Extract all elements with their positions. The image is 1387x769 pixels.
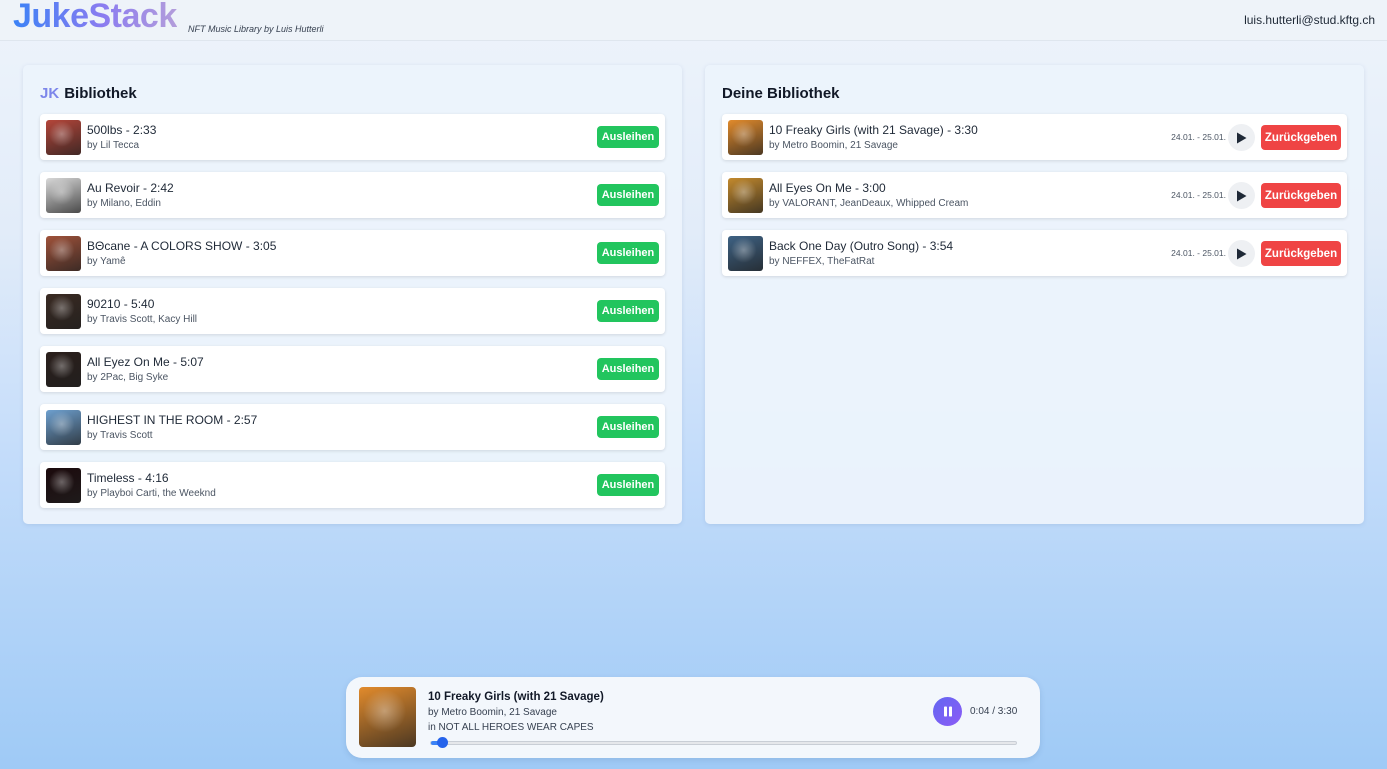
player-track-artist: by Metro Boomin, 21 Savage — [428, 707, 557, 718]
return-button[interactable]: Zurückgeben — [1261, 125, 1341, 150]
track-title: All Eyes On Me - 3:00 — [769, 181, 886, 195]
track-title: BΘcane - A COLORS SHOW - 3:05 — [87, 239, 277, 253]
pause-icon — [943, 706, 952, 717]
album-cover — [728, 120, 763, 155]
track-artist: by Metro Boomin, 21 Savage — [769, 140, 898, 151]
pause-button[interactable] — [933, 697, 962, 726]
track-title: Back One Day (Outro Song) - 3:54 — [769, 239, 954, 253]
user-library-track: All Eyes On Me - 3:00 by VALORANT, JeanD… — [722, 172, 1347, 218]
track-title: HIGHEST IN THE ROOM - 2:57 — [87, 413, 258, 427]
user-library-track-list: 10 Freaky Girls (with 21 Savage) - 3:30 … — [722, 114, 1347, 288]
borrow-button[interactable]: Ausleihen — [597, 184, 659, 206]
app-header: JukeStack NFT Music Library by Luis Hutt… — [0, 0, 1387, 41]
play-button[interactable] — [1228, 182, 1255, 209]
library-track-list: 500lbs - 2:33 by Lil Tecca Ausleihen Au … — [40, 114, 665, 520]
user-library-track: Back One Day (Outro Song) - 3:54 by NEFF… — [722, 230, 1347, 276]
play-icon — [1237, 190, 1247, 201]
track-artist: by NEFFEX, TheFatRat — [769, 256, 875, 267]
album-cover — [46, 352, 81, 387]
library-title: JK Bibliothek — [40, 85, 137, 102]
playback-time: 0:04 / 3:30 — [970, 706, 1018, 717]
borrow-button[interactable]: Ausleihen — [597, 242, 659, 264]
library-track: HIGHEST IN THE ROOM - 2:57 by Travis Sco… — [40, 404, 665, 450]
album-cover — [46, 468, 81, 503]
album-cover — [46, 294, 81, 329]
track-artist: by Yamê — [87, 256, 126, 267]
album-cover — [728, 178, 763, 213]
borrow-button[interactable]: Ausleihen — [597, 126, 659, 148]
play-button[interactable] — [1228, 240, 1255, 267]
player-album-cover — [359, 687, 416, 747]
track-title: Au Revoir - 2:42 — [87, 181, 174, 195]
app-tagline: NFT Music Library by Luis Hutterli — [188, 24, 324, 34]
album-cover — [728, 236, 763, 271]
progress-slider[interactable] — [430, 737, 1017, 748]
track-artist: by VALORANT, JeanDeaux, Whipped Cream — [769, 198, 969, 209]
loan-date-range: 24.01. - 25.01. — [1171, 190, 1226, 200]
app-logo[interactable]: JukeStack — [13, 0, 177, 36]
borrow-button[interactable]: Ausleihen — [597, 416, 659, 438]
track-title: All Eyez On Me - 5:07 — [87, 355, 204, 369]
play-icon — [1237, 248, 1247, 259]
borrow-button[interactable]: Ausleihen — [597, 300, 659, 322]
library-track: 90210 - 5:40 by Travis Scott, Kacy Hill … — [40, 288, 665, 334]
track-artist: by Travis Scott — [87, 430, 153, 441]
return-button[interactable]: Zurückgeben — [1261, 183, 1341, 208]
return-button[interactable]: Zurückgeben — [1261, 241, 1341, 266]
user-library-panel: Deine Bibliothek 10 Freaky Girls (with 2… — [705, 65, 1364, 524]
track-title: 10 Freaky Girls (with 21 Savage) - 3:30 — [769, 123, 978, 137]
library-title-prefix: JK — [40, 85, 60, 102]
album-cover — [46, 236, 81, 271]
track-artist: by Milano, Eddin — [87, 198, 161, 209]
track-artist: by Playboi Carti, the Weeknd — [87, 488, 216, 499]
album-cover — [46, 410, 81, 445]
track-artist: by Travis Scott, Kacy Hill — [87, 314, 198, 325]
user-email[interactable]: luis.hutterli@stud.kftg.ch — [1244, 13, 1375, 27]
now-playing-bar: 10 Freaky Girls (with 21 Savage) by Metr… — [346, 677, 1040, 758]
library-title-text: Bibliothek — [64, 85, 137, 102]
user-library-track: 10 Freaky Girls (with 21 Savage) - 3:30 … — [722, 114, 1347, 160]
user-library-title: Deine Bibliothek — [722, 85, 840, 102]
track-title: 500lbs - 2:33 — [87, 123, 157, 137]
borrow-button[interactable]: Ausleihen — [597, 474, 659, 496]
library-panel: JK Bibliothek 500lbs - 2:33 by Lil Tecca … — [23, 65, 682, 524]
loan-date-range: 24.01. - 25.01. — [1171, 132, 1226, 142]
library-track: 500lbs - 2:33 by Lil Tecca Ausleihen — [40, 114, 665, 160]
player-track-title: 10 Freaky Girls (with 21 Savage) — [428, 691, 604, 703]
album-cover — [46, 178, 81, 213]
album-cover — [46, 120, 81, 155]
library-track: Timeless - 4:16 by Playboi Carti, the We… — [40, 462, 665, 508]
player-track-album: in NOT ALL HEROES WEAR CAPES — [428, 722, 594, 733]
play-button[interactable] — [1228, 124, 1255, 151]
track-title: 90210 - 5:40 — [87, 297, 155, 311]
track-artist: by 2Pac, Big Syke — [87, 372, 169, 383]
track-title: Timeless - 4:16 — [87, 471, 169, 485]
progress-thumb[interactable] — [437, 737, 449, 748]
library-track: BΘcane - A COLORS SHOW - 3:05 by Yamê Au… — [40, 230, 665, 276]
play-icon — [1237, 132, 1247, 143]
track-artist: by Lil Tecca — [87, 140, 140, 151]
borrow-button[interactable]: Ausleihen — [597, 358, 659, 380]
library-track: Au Revoir - 2:42 by Milano, Eddin Auslei… — [40, 172, 665, 218]
library-track: All Eyez On Me - 5:07 by 2Pac, Big Syke … — [40, 346, 665, 392]
loan-date-range: 24.01. - 25.01. — [1171, 248, 1226, 258]
